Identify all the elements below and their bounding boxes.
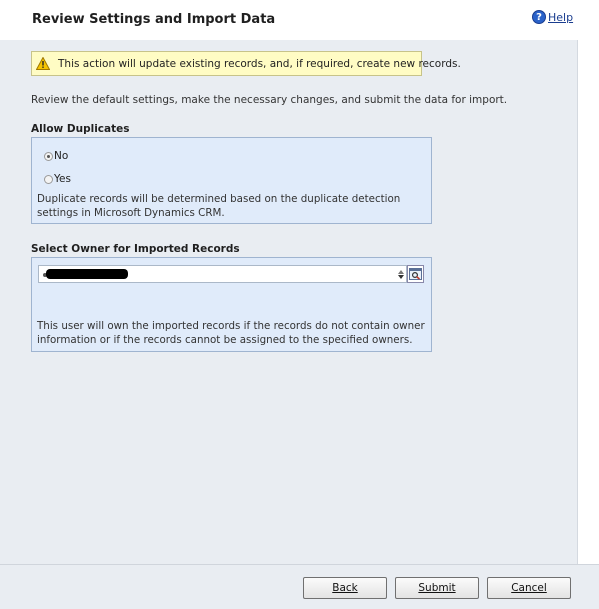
help-link[interactable]: ? Help — [532, 10, 573, 24]
radio-yes-button[interactable] — [44, 174, 53, 184]
help-icon: ? — [532, 10, 546, 24]
cancel-button[interactable]: Cancel — [487, 577, 571, 599]
dialog-header: Review Settings and Import Data ? Help — [0, 0, 599, 40]
owner-panel: This user will own the imported records … — [31, 257, 432, 352]
cancel-button-label: Cancel — [511, 582, 547, 594]
owner-label: Select Owner for Imported Records — [31, 243, 240, 255]
owner-spinner[interactable] — [396, 267, 406, 282]
submit-button[interactable]: Submit — [395, 577, 479, 599]
radio-no-button[interactable] — [44, 151, 53, 161]
owner-lookup-input[interactable] — [38, 265, 407, 283]
dialog-title: Review Settings and Import Data — [32, 12, 276, 27]
lookup-button[interactable] — [407, 265, 424, 283]
chevron-up-icon[interactable] — [398, 270, 404, 274]
duplicates-note: Duplicate records will be determined bas… — [37, 193, 401, 219]
radio-no[interactable]: No — [44, 150, 68, 162]
radio-yes-label: Yes — [54, 173, 71, 185]
dialog-content: This action will update existing records… — [0, 40, 578, 564]
warning-icon — [36, 57, 50, 70]
back-button-label: Back — [332, 582, 358, 594]
allow-duplicates-panel: No Yes Duplicate records will be determi… — [31, 137, 432, 224]
instructions-text: Review the default settings, make the ne… — [31, 94, 508, 106]
warning-text: This action will update existing records… — [58, 57, 461, 70]
allow-duplicates-label: Allow Duplicates — [31, 123, 130, 135]
warning-banner: This action will update existing records… — [31, 51, 461, 76]
submit-button-label: Submit — [418, 582, 456, 594]
right-margin — [578, 40, 599, 564]
dialog-footer: Back Submit Cancel — [0, 564, 599, 609]
help-label: Help — [548, 10, 574, 24]
owner-note: This user will own the imported records … — [37, 320, 425, 346]
lookup-icon — [409, 268, 422, 280]
radio-yes[interactable]: Yes — [44, 173, 71, 185]
back-button[interactable]: Back — [303, 577, 387, 599]
radio-no-label: No — [54, 150, 69, 162]
owner-value-redacted — [46, 269, 128, 279]
chevron-down-icon[interactable] — [398, 275, 404, 279]
